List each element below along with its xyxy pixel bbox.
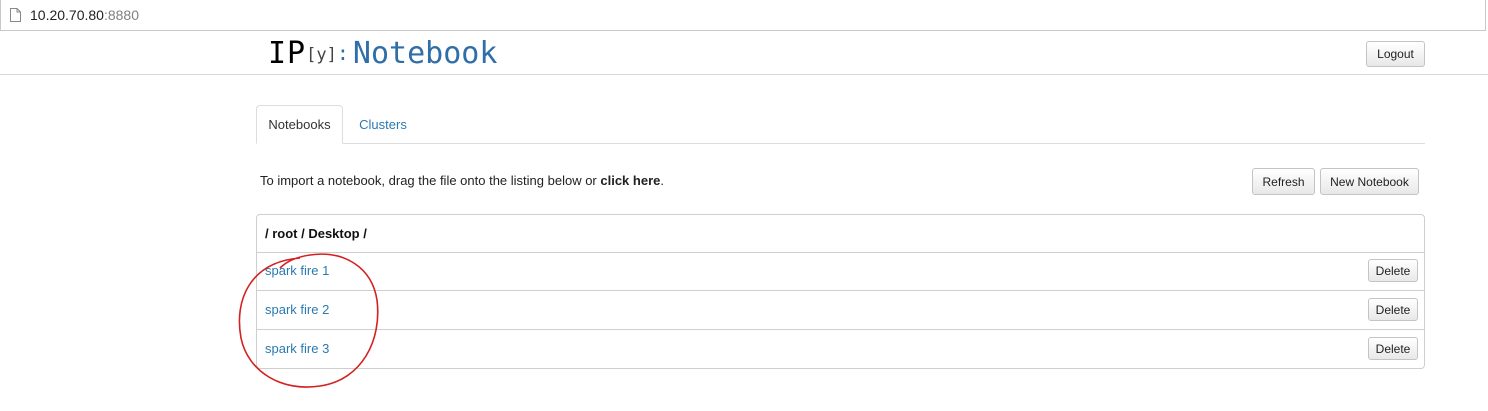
url-port: :8880: [103, 7, 140, 23]
logout-button[interactable]: Logout: [1366, 41, 1425, 67]
breadcrumb: / root / Desktop /: [265, 226, 367, 241]
tab-clusters[interactable]: Clusters: [347, 105, 419, 143]
tab-notebooks[interactable]: Notebooks: [256, 105, 343, 144]
listing-header: / root / Desktop /: [257, 215, 1424, 253]
notebook-link[interactable]: spark fire 3: [265, 341, 329, 356]
logo-ip: IP: [268, 36, 307, 71]
list-item: spark fire 3 Delete: [257, 330, 1424, 369]
delete-button[interactable]: Delete: [1368, 337, 1418, 360]
notebook-link[interactable]: spark fire 1: [265, 263, 329, 278]
tab-bar: Notebooks Clusters: [256, 105, 1425, 144]
refresh-button[interactable]: Refresh: [1252, 168, 1315, 195]
logo-colon: :: [336, 41, 349, 65]
site-header: IP[y]: Notebook Logout: [0, 34, 1488, 75]
url-host: 10.20.70.80: [30, 7, 104, 23]
new-notebook-button[interactable]: New Notebook: [1320, 168, 1419, 195]
url-text: 10.20.70.80:8880: [30, 7, 139, 23]
click-here-link[interactable]: click here: [600, 173, 660, 188]
import-text-end: .: [660, 173, 664, 188]
list-item: spark fire 1 Delete: [257, 252, 1424, 291]
page-icon: [10, 8, 21, 25]
logo-y: [y]: [306, 45, 337, 65]
notebook-link[interactable]: spark fire 2: [265, 302, 329, 317]
delete-button[interactable]: Delete: [1368, 259, 1418, 282]
notebook-listing: / root / Desktop / spark fire 1 Delete s…: [256, 214, 1425, 369]
import-instructions: To import a notebook, drag the file onto…: [260, 173, 664, 188]
import-text: To import a notebook, drag the file onto…: [260, 173, 601, 188]
logo-notebook: Notebook: [352, 36, 498, 71]
address-bar[interactable]: 10.20.70.80:8880: [0, 0, 1486, 31]
ipython-logo[interactable]: IP[y]: Notebook: [268, 36, 497, 71]
list-item: spark fire 2 Delete: [257, 291, 1424, 330]
delete-button[interactable]: Delete: [1368, 298, 1418, 321]
